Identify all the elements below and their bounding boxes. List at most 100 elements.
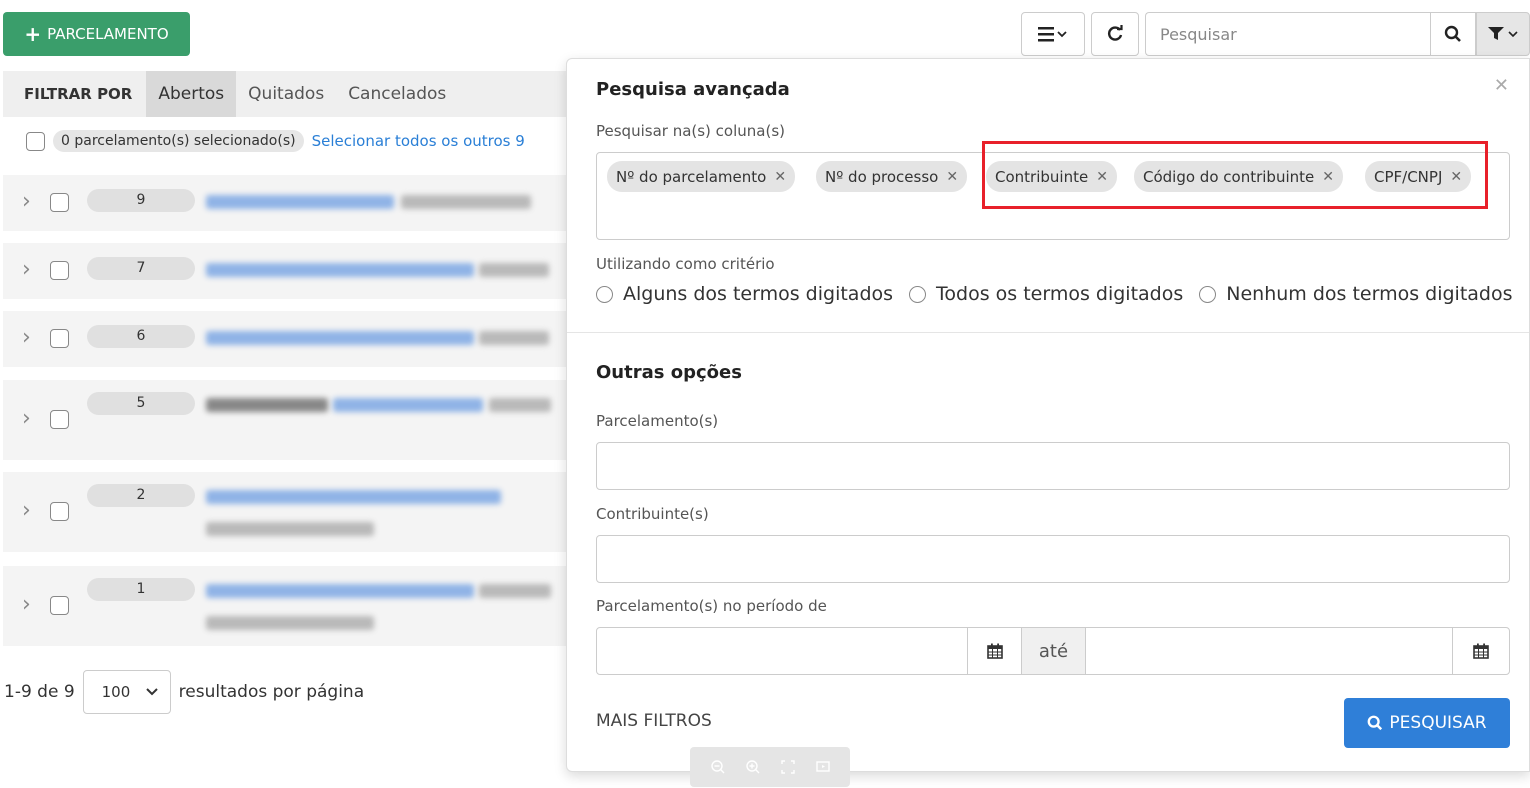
zoom-in-icon[interactable] xyxy=(745,760,760,774)
remove-tag-icon[interactable]: ✕ xyxy=(946,169,958,185)
tag-label: Nº do parcelamento xyxy=(616,167,767,186)
redacted-name xyxy=(206,584,474,598)
search-submit-label: PESQUISAR xyxy=(1389,713,1487,733)
redacted-detail xyxy=(479,263,549,277)
search-icon xyxy=(1444,25,1461,42)
close-icon[interactable]: ✕ xyxy=(1494,75,1509,96)
radio-circle[interactable] xyxy=(909,285,927,303)
list-item[interactable]: › 5 xyxy=(3,380,583,460)
row-number: 9 xyxy=(87,189,195,212)
tab-quitados[interactable]: Quitados xyxy=(236,71,336,117)
list-item[interactable]: › 6 xyxy=(3,311,583,367)
redacted-name xyxy=(206,490,501,504)
search-button[interactable] xyxy=(1430,12,1476,56)
search-submit-button[interactable]: PESQUISAR xyxy=(1344,698,1510,748)
chevron-down-icon xyxy=(1508,30,1518,37)
list-menu-icon xyxy=(1038,27,1067,42)
redacted-detail xyxy=(206,522,374,536)
date-end-input[interactable] xyxy=(1086,628,1453,674)
row-number: 7 xyxy=(87,257,195,280)
select-all-checkbox[interactable] xyxy=(26,131,45,151)
filter-bar: FILTRAR POR Abertos Quitados Cancelados xyxy=(3,71,583,117)
parcelamento-label: Parcelamento(s) xyxy=(596,412,719,430)
calendar-icon xyxy=(1473,643,1489,659)
date-range: até xyxy=(596,627,1510,675)
other-options-title: Outras opções xyxy=(596,362,742,383)
tab-cancelados[interactable]: Cancelados xyxy=(336,71,458,117)
criteria-label: Utilizando como critério xyxy=(596,255,775,273)
radio-circle[interactable] xyxy=(1199,285,1217,303)
chevron-right-icon[interactable]: › xyxy=(22,592,31,617)
per-page-label: resultados por página xyxy=(178,682,365,702)
chevron-right-icon[interactable]: › xyxy=(22,325,31,350)
redacted-name xyxy=(206,195,394,209)
highlight-box xyxy=(982,141,1488,209)
chevron-right-icon[interactable]: › xyxy=(22,498,31,523)
chevron-right-icon[interactable]: › xyxy=(22,406,31,431)
period-label: Parcelamento(s) no período de xyxy=(596,597,827,615)
more-filters-link[interactable]: MAIS FILTROS xyxy=(596,711,712,731)
list-item[interactable]: › 2 xyxy=(3,472,583,552)
parcelamento-input[interactable] xyxy=(596,442,1510,490)
advanced-filter-button[interactable] xyxy=(1476,12,1530,56)
tag-label: Nº do processo xyxy=(825,167,939,186)
row-checkbox[interactable] xyxy=(50,261,69,280)
row-number: 5 xyxy=(87,392,195,415)
redacted-detail xyxy=(401,195,531,209)
row-checkbox[interactable] xyxy=(50,502,69,521)
tab-abertos[interactable]: Abertos xyxy=(146,71,237,117)
row-checkbox[interactable] xyxy=(50,410,69,429)
advanced-search-panel: ✕ Pesquisa avançada Pesquisar na(s) colu… xyxy=(566,58,1530,772)
remove-tag-icon[interactable]: ✕ xyxy=(774,169,786,185)
zoom-out-icon[interactable] xyxy=(710,760,725,774)
search-placeholder: Pesquisar xyxy=(1160,24,1237,44)
fit-screen-icon[interactable] xyxy=(780,760,795,774)
redacted-detail xyxy=(479,584,551,598)
list-item[interactable]: › 1 xyxy=(3,566,583,646)
list-item[interactable]: › 7 xyxy=(3,243,583,299)
criteria-radio-group: Alguns dos termos digitados Todos os ter… xyxy=(596,283,1529,305)
calendar-button-end[interactable] xyxy=(1453,628,1509,674)
date-separator: até xyxy=(1022,628,1086,674)
chevron-down-icon xyxy=(145,688,158,696)
redacted-name xyxy=(206,263,474,277)
presentation-icon[interactable] xyxy=(815,760,830,774)
radio-label: Nenhum dos termos digitados xyxy=(1226,283,1513,305)
selected-count-badge: 0 parcelamento(s) selecionado(s) xyxy=(53,130,304,152)
panel-title: Pesquisa avançada xyxy=(596,79,790,100)
radio-alguns[interactable]: Alguns dos termos digitados xyxy=(596,283,893,305)
per-page-select[interactable]: 100 xyxy=(82,670,171,714)
calendar-icon xyxy=(986,643,1003,659)
columns-menu-button[interactable] xyxy=(1021,12,1085,56)
search-input[interactable]: Pesquisar xyxy=(1145,12,1430,56)
filter-icon xyxy=(1488,27,1504,40)
radio-circle[interactable] xyxy=(596,285,613,303)
redacted-name xyxy=(333,398,483,412)
calendar-button-start[interactable] xyxy=(968,628,1022,674)
tag-numero-processo: Nº do processo ✕ xyxy=(816,161,968,192)
radio-todos[interactable]: Todos os termos digitados xyxy=(909,283,1183,305)
chevron-right-icon[interactable]: › xyxy=(22,189,31,214)
result-range: 1-9 de 9 xyxy=(4,682,75,702)
radio-label: Todos os termos digitados xyxy=(936,283,1184,305)
chevron-right-icon[interactable]: › xyxy=(22,257,31,282)
contribuinte-input[interactable] xyxy=(596,535,1510,583)
redacted-detail xyxy=(206,616,374,630)
pagination: 1-9 de 9 100 resultados por página xyxy=(4,670,364,714)
redacted-name xyxy=(206,331,474,345)
contribuinte-label: Contribuinte(s) xyxy=(596,505,709,523)
radio-label: Alguns dos termos digitados xyxy=(623,283,894,305)
refresh-button[interactable] xyxy=(1091,12,1139,56)
tag-numero-parcelamento: Nº do parcelamento ✕ xyxy=(607,161,796,192)
new-parcelamento-button[interactable]: + PARCELAMENTO xyxy=(3,12,190,56)
list-item[interactable]: › 9 xyxy=(3,175,583,231)
row-checkbox[interactable] xyxy=(50,329,69,348)
selection-row: 0 parcelamento(s) selecionado(s) Selecio… xyxy=(26,130,525,152)
radio-nenhum[interactable]: Nenhum dos termos digitados xyxy=(1199,283,1513,305)
row-checkbox[interactable] xyxy=(50,193,69,212)
select-all-link[interactable]: Selecionar todos os outros 9 xyxy=(312,132,525,150)
date-start-input[interactable] xyxy=(597,628,968,674)
row-checkbox[interactable] xyxy=(50,596,69,615)
row-number: 2 xyxy=(87,484,195,507)
redacted-detail xyxy=(479,331,549,345)
